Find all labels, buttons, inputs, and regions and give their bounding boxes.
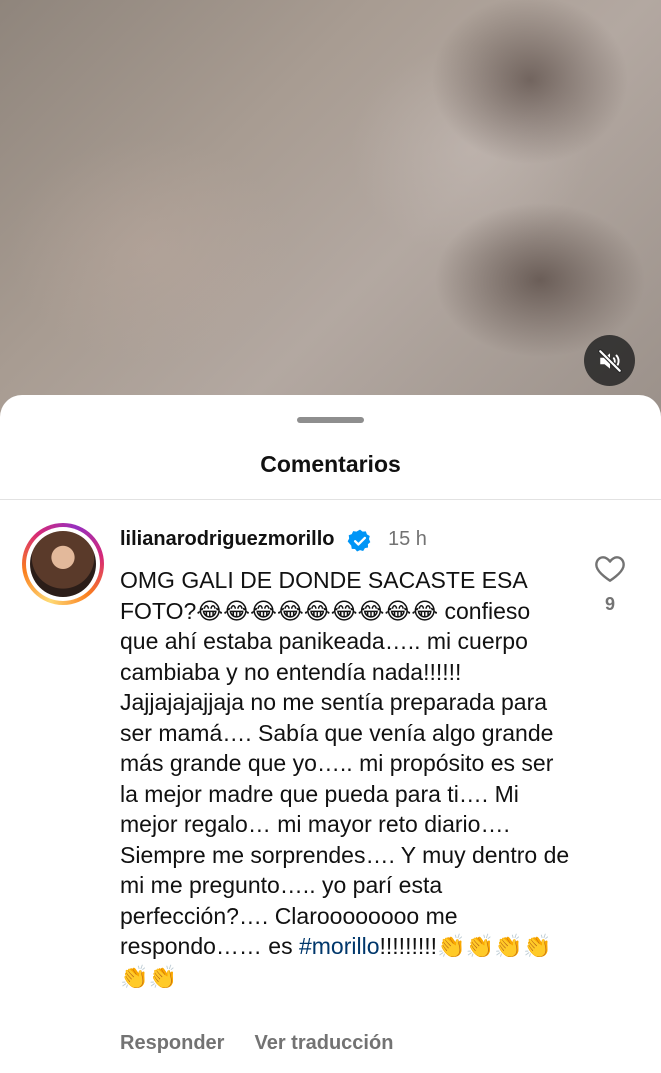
comments-sheet: Comentarios lilianarodriguezmorillo 15 h… — [0, 395, 661, 1073]
avatar[interactable] — [30, 531, 96, 597]
comment-text: OMG GALI DE DONDE SACASTE ESA FOTO?😂😂😂😂😂… — [120, 565, 570, 992]
comment-timestamp: 15 h — [388, 528, 427, 550]
sheet-drag-handle[interactable] — [297, 417, 364, 423]
avatar-ring-gap — [26, 527, 100, 601]
mute-button[interactable] — [584, 335, 635, 386]
sheet-title: Comentarios — [260, 451, 401, 477]
post-media-background[interactable] — [0, 0, 661, 420]
divider — [0, 499, 661, 500]
comment-text-body: OMG GALI DE DONDE SACASTE ESA FOTO?😂😂😂😂😂… — [120, 567, 570, 959]
verified-badge-icon — [347, 529, 371, 552]
comment-actions: Responder Ver traducción — [120, 1032, 393, 1055]
avatar-story-ring[interactable] — [22, 523, 104, 605]
like-count: 9 — [604, 594, 615, 614]
translate-button[interactable]: Ver traducción — [254, 1032, 393, 1055]
hashtag-link[interactable]: #morillo — [299, 933, 380, 959]
comment-username[interactable]: lilianarodriguezmorillo — [120, 528, 334, 551]
heart-outline-icon[interactable] — [594, 553, 626, 583]
speaker-muted-icon — [597, 348, 622, 373]
reply-button[interactable]: Responder — [120, 1032, 224, 1055]
